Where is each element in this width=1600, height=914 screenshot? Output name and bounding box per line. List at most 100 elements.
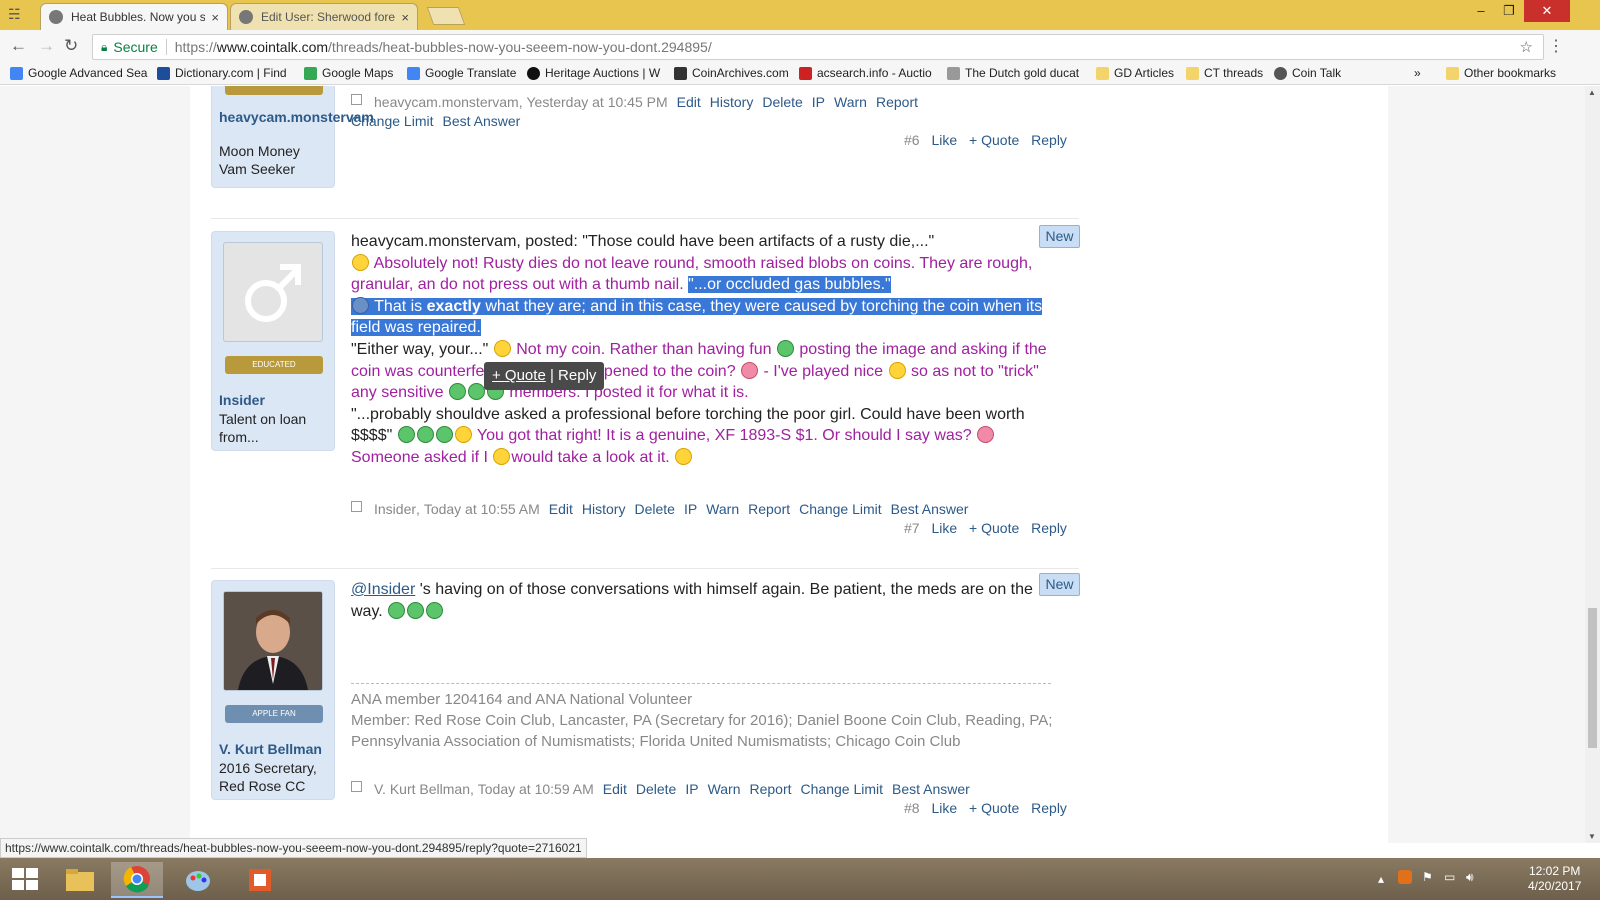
ip-link[interactable]: IP (684, 501, 697, 517)
delete-link[interactable]: Delete (634, 501, 674, 517)
warn-link[interactable]: Warn (708, 781, 741, 797)
post-author[interactable]: V. Kurt Bellman (374, 781, 470, 797)
change-limit-link[interactable]: Change Limit (799, 501, 882, 517)
post-number[interactable]: #7 (904, 520, 920, 536)
tooltip-quote-button[interactable]: + Quote (492, 367, 546, 384)
action-center-flag-icon[interactable]: ⚑ (1422, 870, 1433, 912)
forward-icon[interactable]: → (38, 36, 55, 56)
tray-chevron-icon[interactable]: ▴ (1378, 872, 1384, 914)
report-link[interactable]: Report (750, 781, 792, 797)
like-link[interactable]: Like (931, 132, 957, 148)
post-number[interactable]: #6 (904, 132, 920, 148)
paint-icon[interactable] (172, 862, 224, 898)
reply-link[interactable]: Reply (1031, 520, 1067, 536)
new-tab-button[interactable] (426, 7, 466, 25)
network-icon[interactable]: ▭ (1444, 870, 1455, 912)
tab-heat-bubbles[interactable]: Heat Bubbles. Now you s × (40, 3, 228, 30)
bookmark-google-translate[interactable]: Google Translate (407, 66, 519, 80)
select-checkbox[interactable] (351, 93, 362, 105)
user-title: Talent on loan from... (219, 411, 307, 445)
bookmark-coin-talk[interactable]: Coin Talk (1274, 66, 1344, 80)
quote-link[interactable]: + Quote (969, 520, 1019, 536)
bookmark-heritage[interactable]: Heritage Auctions | W (527, 66, 664, 80)
best-answer-link[interactable]: Best Answer (891, 501, 969, 517)
tooltip-reply-button[interactable]: Reply (558, 367, 596, 384)
username-link[interactable]: Insider (219, 392, 265, 409)
ip-link[interactable]: IP (685, 781, 698, 797)
back-icon[interactable]: ← (10, 36, 27, 56)
bookmark-dutch-ducat[interactable]: The Dutch gold ducat (947, 66, 1087, 80)
history-link[interactable]: History (710, 94, 754, 110)
change-limit-link[interactable]: Change Limit (801, 781, 884, 797)
post-author[interactable]: Insider (374, 501, 416, 517)
best-answer-link[interactable]: Best Answer (892, 781, 970, 797)
report-link[interactable]: Report (748, 501, 790, 517)
bookmark-google-maps[interactable]: Google Maps (304, 66, 399, 80)
ip-link[interactable]: IP (812, 94, 825, 110)
post-meta-6-line2: Change Limit Best Answer (351, 113, 520, 129)
edit-link[interactable]: Edit (603, 781, 627, 797)
warn-link[interactable]: Warn (834, 94, 867, 110)
bookmark-star-icon[interactable]: ☆ (1520, 38, 1533, 56)
system-clock[interactable]: 12:02 PM 4/20/2017 (1528, 864, 1581, 894)
browser-menu-icon[interactable]: ⋮ (1548, 36, 1564, 56)
office-app-icon[interactable] (234, 862, 286, 898)
windows-start-icon[interactable] (12, 868, 38, 890)
post-time[interactable]: Today at 10:59 AM (478, 781, 594, 797)
address-bar[interactable]: 🔒︎ Secure https:// www.cointalk.com /thr… (92, 34, 1544, 60)
page-scrollbar[interactable]: ▲ ▼ (1585, 86, 1600, 843)
other-bookmarks[interactable]: Other bookmarks (1446, 66, 1566, 80)
select-checkbox[interactable] (351, 500, 362, 512)
quote-link[interactable]: + Quote (969, 800, 1019, 816)
bookmark-gd-articles[interactable]: GD Articles (1096, 66, 1178, 80)
minimize-button[interactable]: – (1466, 0, 1496, 22)
tab-edit-user[interactable]: Edit User: Sherwood fore × (230, 3, 418, 30)
reply-link[interactable]: Reply (1031, 800, 1067, 816)
user-panel-heavycam: heavycam.monstervam Moon Money Vam Seeke… (211, 86, 374, 188)
maximize-button[interactable]: ❐ (1494, 0, 1524, 22)
avatar[interactable] (223, 591, 323, 691)
bookmarks-overflow-button[interactable]: » (1414, 66, 1428, 80)
scroll-down-icon[interactable]: ▼ (1588, 832, 1596, 841)
chrome-icon[interactable] (111, 862, 163, 898)
scroll-up-icon[interactable]: ▲ (1588, 88, 1596, 97)
username-link[interactable]: V. Kurt Bellman (219, 741, 322, 758)
quote-link[interactable]: + Quote (969, 132, 1019, 148)
scrollbar-thumb[interactable] (1588, 608, 1597, 748)
bookmark-google-advanced[interactable]: Google Advanced Sea (10, 66, 148, 80)
post-number[interactable]: #8 (904, 800, 920, 816)
close-window-button[interactable]: ✕ (1524, 0, 1570, 22)
bookmark-ct-threads[interactable]: CT threads (1186, 66, 1266, 80)
user-panel-insider: EDUCATED Insider Talent on loan from... (211, 231, 335, 451)
reply-link[interactable]: Reply (1031, 132, 1067, 148)
change-limit-link[interactable]: Change Limit (351, 113, 434, 129)
volume-icon[interactable]: 🔊︎ (1466, 870, 1474, 912)
post-time[interactable]: Today at 10:55 AM (424, 501, 540, 517)
like-link[interactable]: Like (931, 800, 957, 816)
delete-link[interactable]: Delete (636, 781, 676, 797)
tab-close-icon[interactable]: × (401, 10, 409, 25)
edit-link[interactable]: Edit (677, 94, 701, 110)
warn-link[interactable]: Warn (706, 501, 739, 517)
best-answer-link[interactable]: Best Answer (443, 113, 521, 129)
tab-close-icon[interactable]: × (211, 10, 219, 25)
edit-link[interactable]: Edit (549, 501, 573, 517)
bookmark-acsearch[interactable]: acsearch.info - Auctio (799, 66, 939, 80)
delete-link[interactable]: Delete (762, 94, 802, 110)
history-link[interactable]: History (582, 501, 626, 517)
reload-icon[interactable]: ↻ (64, 36, 78, 56)
profile-icon[interactable]: ☵ (8, 6, 21, 23)
bookmark-dictionary[interactable]: Dictionary.com | Find (157, 66, 293, 80)
bookmark-coinarchives[interactable]: CoinArchives.com (674, 66, 791, 80)
report-link[interactable]: Report (876, 94, 918, 110)
post-author[interactable]: heavycam.monstervam (374, 94, 519, 110)
select-checkbox[interactable] (351, 780, 362, 792)
post-time[interactable]: Yesterday at 10:45 PM (527, 94, 668, 110)
tray-app-icon[interactable] (1398, 870, 1412, 884)
like-link[interactable]: Like (931, 520, 957, 536)
mention-link[interactable]: @Insider (351, 581, 415, 598)
file-explorer-icon[interactable] (54, 862, 106, 898)
page-content: heavycam.monstervam Moon Money Vam Seeke… (0, 86, 1585, 843)
user-photo-icon (224, 592, 322, 690)
avatar[interactable] (223, 242, 323, 342)
